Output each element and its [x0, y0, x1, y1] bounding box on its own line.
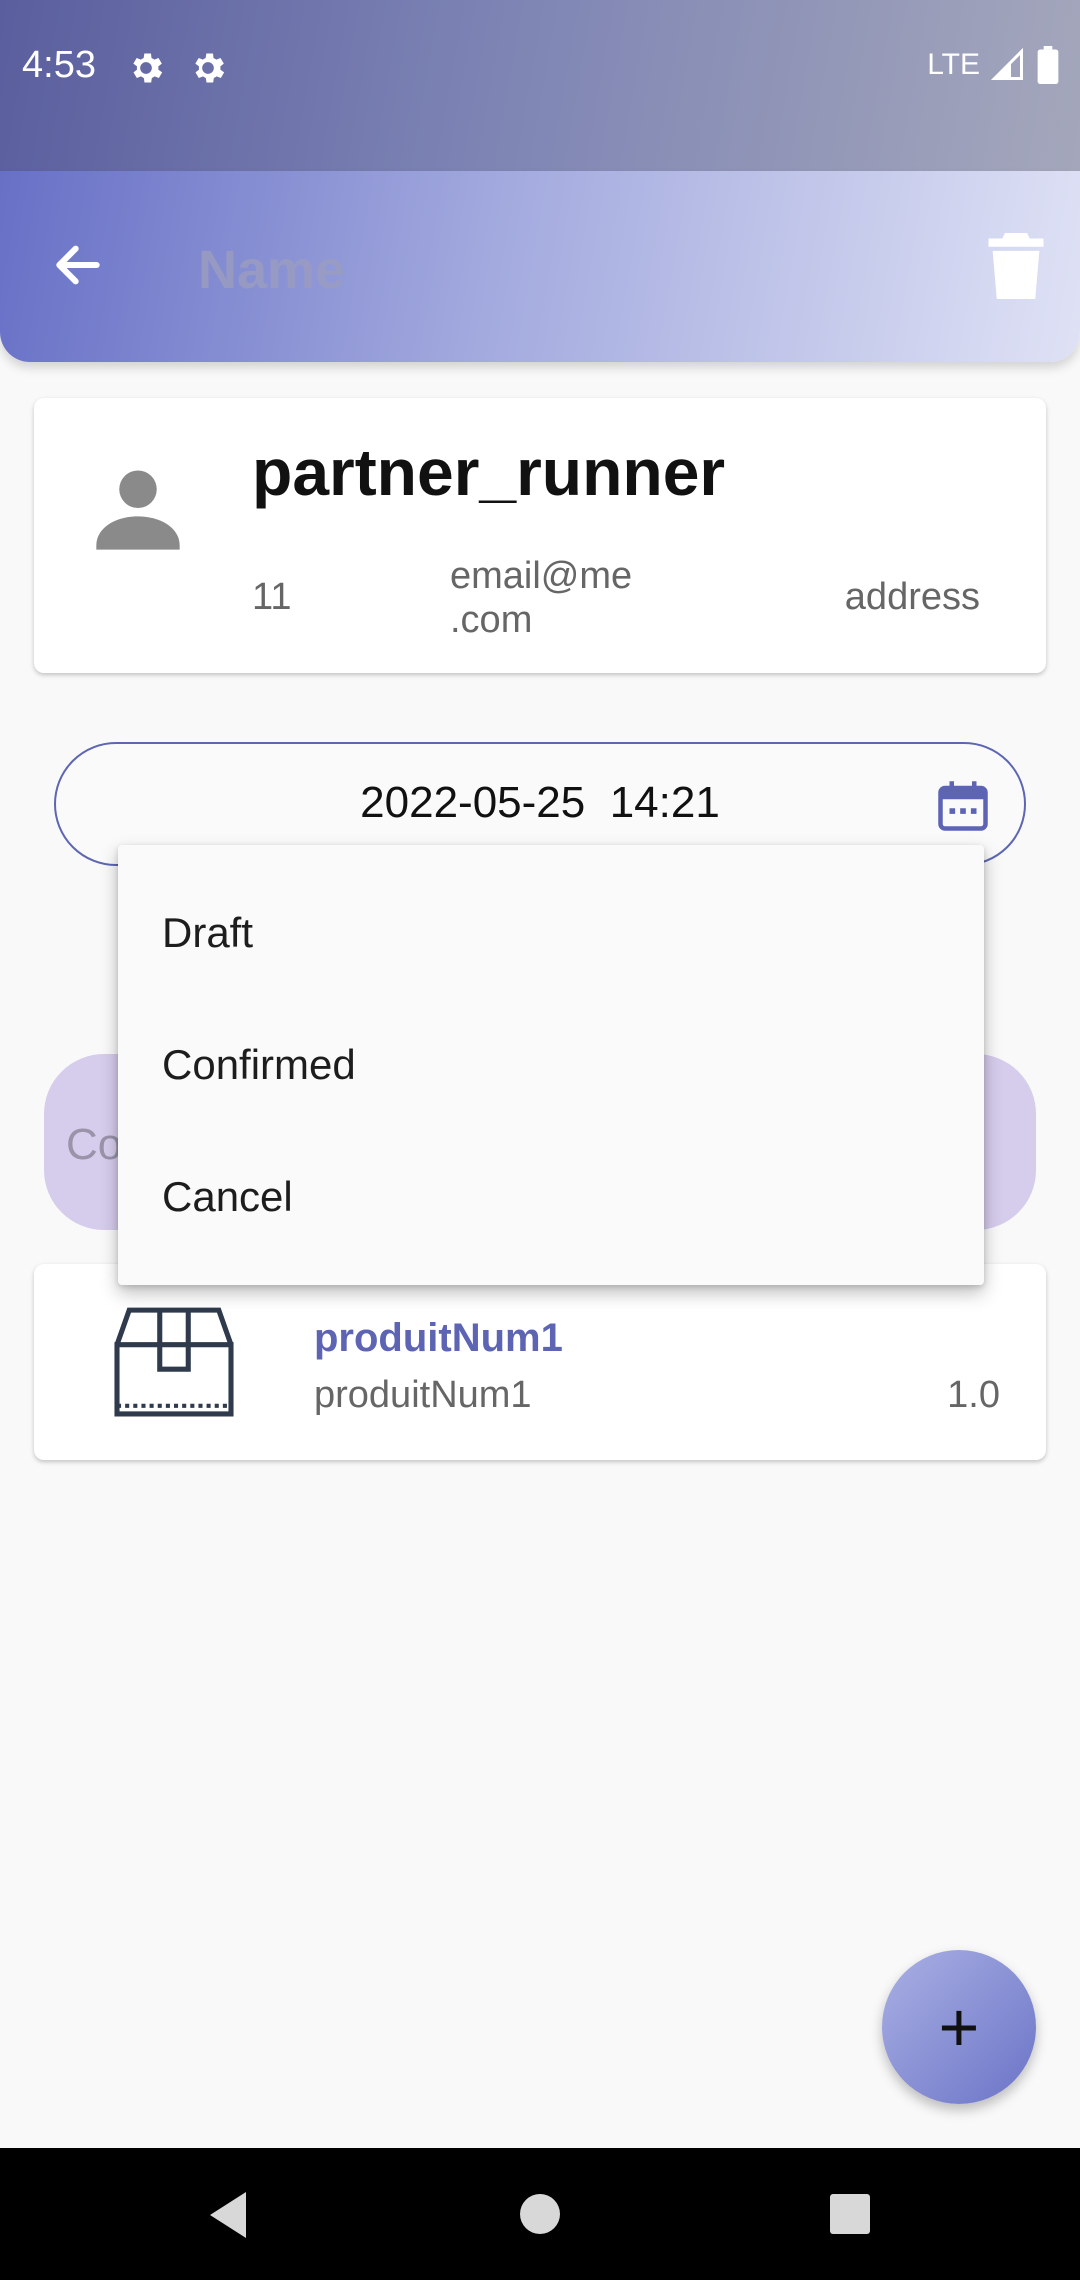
battery-icon [1037, 46, 1059, 84]
nav-back-icon[interactable] [206, 2190, 250, 2240]
network-type: LTE [927, 48, 980, 81]
product-title: produitNum1 [314, 1316, 563, 1360]
partner-email: email@me .com [450, 555, 633, 641]
partner-phone: 11 [252, 576, 292, 618]
signal-icon [990, 47, 1023, 80]
delete-trash-icon[interactable] [988, 233, 1044, 299]
menu-item-confirmed[interactable]: Confirmed [118, 999, 984, 1131]
package-box-icon [114, 1307, 234, 1417]
product-subtitle: produitNum1 [314, 1374, 532, 1416]
menu-item-draft[interactable]: Draft [118, 867, 984, 999]
partner-name: partner_runner [252, 435, 726, 509]
system-nav-bar [0, 2148, 1080, 2280]
name-title-input[interactable]: Name [198, 239, 345, 301]
menu-item-cancel[interactable]: Cancel [118, 1131, 984, 1263]
add-product-button[interactable]: + [882, 1950, 1036, 2104]
nav-home-icon[interactable] [518, 2192, 562, 2236]
app-bar: Name [0, 171, 1080, 362]
partner-card[interactable]: partner_runner 11 email@me .com address [34, 398, 1046, 673]
partner-address: address [844, 576, 980, 618]
order-state-placeholder: Co [66, 1120, 123, 1169]
settings-notification-icon [195, 53, 225, 83]
product-card[interactable]: produitNum1 produitNum1 1.0 [34, 1264, 1046, 1460]
calendar-icon[interactable] [936, 778, 990, 834]
status-right: LTE [927, 46, 1060, 84]
order-date-value: 2022-05-25 14:21 [360, 778, 720, 827]
state-dropdown-menu: Draft Confirmed Cancel [118, 845, 984, 1285]
back-arrow-icon[interactable] [50, 237, 106, 293]
product-quantity: 1.0 [947, 1374, 1000, 1416]
nav-recents-icon[interactable] [828, 2192, 872, 2236]
status-bar: 4:53 LTE [0, 0, 1080, 171]
plus-icon: + [938, 1988, 980, 2066]
settings-notification-icon [133, 53, 163, 83]
status-time: 4:53 [22, 44, 96, 86]
person-icon [96, 470, 180, 550]
